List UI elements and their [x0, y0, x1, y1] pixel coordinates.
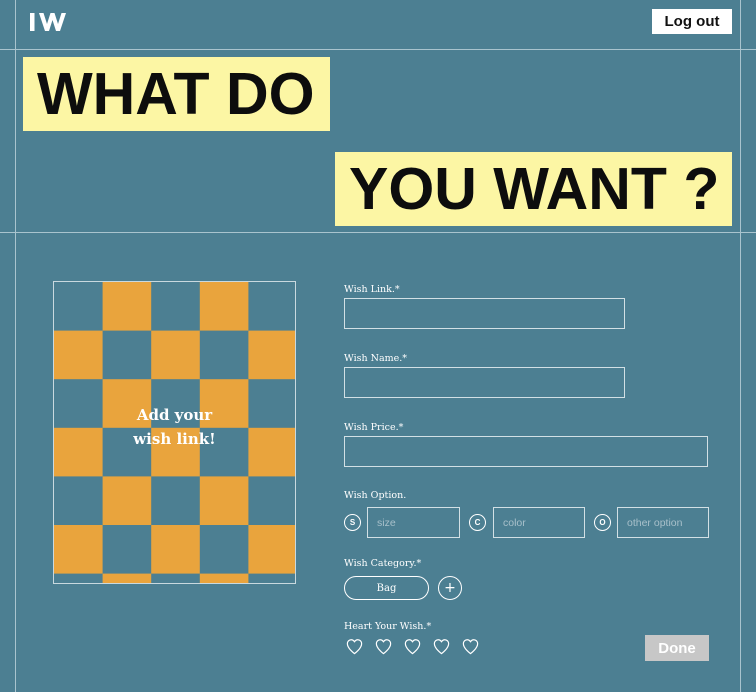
checker-square — [199, 476, 249, 525]
checker-square — [102, 573, 152, 583]
wish-category-label: Wish Category.* — [344, 558, 422, 569]
preview-hint-line-1: Add your — [136, 406, 213, 424]
headline-line-1: WHAT DO — [23, 57, 330, 131]
color-badge: C — [469, 514, 486, 531]
wish-price-input[interactable] — [344, 436, 708, 467]
other-option-badge: O — [594, 514, 611, 531]
add-category-button[interactable]: + — [438, 576, 462, 600]
heart-icon[interactable] — [461, 637, 480, 656]
checker-square — [102, 282, 152, 331]
wish-image-preview: Add your wish link! — [53, 281, 296, 584]
wish-link-label: Wish Link.* — [344, 284, 400, 295]
checker-square — [248, 330, 295, 380]
color-input[interactable] — [493, 507, 585, 538]
preview-hint: Add your wish link! — [54, 403, 295, 451]
checker-square — [199, 573, 249, 583]
checker-square — [54, 330, 103, 380]
heart-rating — [345, 637, 480, 659]
wish-name-input[interactable] — [344, 367, 625, 398]
guide-left — [15, 0, 16, 692]
done-button[interactable]: Done — [645, 635, 709, 661]
divider-top — [0, 49, 756, 50]
checker-square — [199, 282, 249, 331]
checker-square — [102, 476, 152, 525]
guide-right — [740, 0, 741, 692]
size-input[interactable] — [367, 507, 460, 538]
preview-hint-line-2: wish link! — [133, 430, 216, 448]
heart-icon[interactable] — [432, 637, 451, 656]
wish-name-label: Wish Name.* — [344, 353, 408, 364]
heart-icon[interactable] — [345, 637, 364, 656]
checker-square — [151, 525, 200, 574]
wish-link-input[interactable] — [344, 298, 625, 329]
heart-icon[interactable] — [403, 637, 422, 656]
checker-square — [248, 525, 295, 574]
checker-square — [151, 330, 200, 380]
headline-line-2: YOU WANT ? — [335, 152, 732, 226]
iwi-logo[interactable] — [30, 11, 66, 33]
wish-option-label: Wish Option. — [344, 490, 407, 501]
heart-your-wish-label: Heart Your Wish.* — [344, 621, 432, 632]
category-chip-bag[interactable]: Bag — [344, 576, 429, 600]
logout-button[interactable]: Log out — [652, 9, 732, 34]
other-option-input[interactable] — [617, 507, 709, 538]
checker-square — [54, 525, 103, 574]
wish-price-label: Wish Price.* — [344, 422, 404, 433]
divider-middle — [0, 232, 756, 233]
size-badge: S — [344, 514, 361, 531]
heart-icon[interactable] — [374, 637, 393, 656]
